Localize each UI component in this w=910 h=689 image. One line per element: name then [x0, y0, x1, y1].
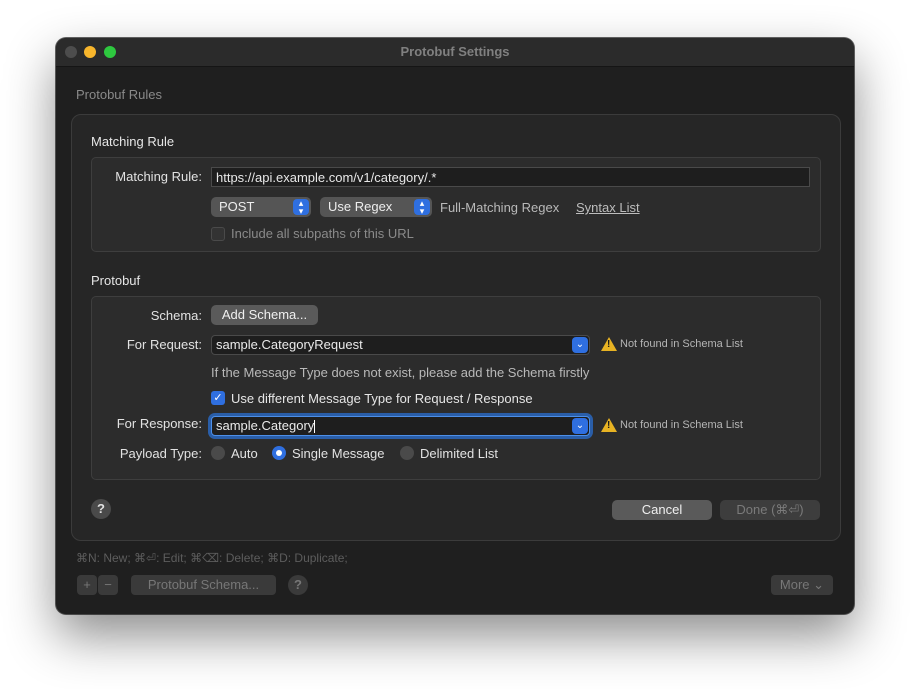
protobuf-rules-heading: Protobuf Rules	[76, 87, 162, 102]
chevron-down-icon: ⌄	[813, 577, 825, 592]
payload-single-message-radio[interactable]	[272, 446, 286, 460]
popup-stepper-icon: ▴ ▾	[414, 199, 430, 216]
syntax-list-link[interactable]: Syntax List	[576, 200, 640, 215]
payload-auto-radio[interactable]	[211, 446, 225, 460]
protobuf-schema-button[interactable]: Protobuf Schema...	[131, 575, 276, 595]
for-response-label: For Response:	[116, 416, 202, 431]
match-mode-popup[interactable]: Use Regex ▴ ▾	[320, 197, 432, 217]
add-schema-button[interactable]: Add Schema...	[211, 305, 318, 325]
payload-delimited-list-label: Delimited List	[420, 446, 499, 461]
match-mode-value: Use Regex	[328, 199, 393, 214]
matching-rule-group: Matching Rule: https://api.example.com/v…	[91, 157, 821, 252]
http-method-value: POST	[219, 199, 255, 214]
protobuf-group: Schema: Add Schema... For Request: sampl…	[91, 296, 821, 480]
matching-rule-group-title: Matching Rule	[91, 134, 175, 149]
chevron-down-icon[interactable]: ⌄	[572, 337, 588, 353]
protobuf-group-title: Protobuf	[91, 273, 141, 288]
warning-icon-mark: !	[607, 420, 611, 431]
different-message-type-label: Use different Message Type for Request /…	[231, 391, 533, 406]
include-subpaths-label: Include all subpaths of this URL	[231, 226, 414, 241]
cancel-button[interactable]: Cancel	[612, 500, 712, 520]
matching-rule-label: Matching Rule:	[115, 169, 202, 184]
more-label: More	[779, 577, 810, 592]
payload-delimited-list-radio[interactable]	[400, 446, 414, 460]
request-message-type-combobox[interactable]: sample.CategoryRequest ⌄	[211, 335, 590, 355]
http-method-popup[interactable]: POST ▴ ▾	[211, 197, 311, 217]
bottom-help-button[interactable]: ?	[288, 575, 308, 595]
for-request-label: For Request:	[126, 337, 202, 352]
warning-icon-mark: !	[607, 339, 611, 350]
request-message-type-value: sample.CategoryRequest	[216, 337, 363, 352]
schema-help-text: If the Message Type does not exist, plea…	[211, 365, 590, 380]
window-title: Protobuf Settings	[400, 44, 510, 59]
chevron-down-icon[interactable]: ⌄	[572, 418, 588, 434]
different-message-type-checkbox[interactable]: ✓	[211, 391, 225, 405]
text-cursor	[314, 420, 316, 434]
title-bar: Protobuf Settings	[56, 38, 854, 67]
popup-stepper-icon: ▴ ▾	[293, 199, 309, 216]
protobuf-settings-window: Protobuf Settings Protobuf Rules Matchin…	[56, 38, 854, 614]
shortcut-hint: ⌘N: New; ⌘⏎: Edit; ⌘⌫: Delete; ⌘D: Dupli…	[76, 551, 348, 565]
rule-editor-sheet: Matching Rule Matching Rule: https://api…	[71, 114, 841, 541]
payload-type-label: Payload Type:	[119, 446, 202, 461]
include-subpaths-checkbox[interactable]	[211, 227, 225, 241]
payload-single-message-label: Single Message	[292, 446, 385, 461]
request-warning-text: Not found in Schema List	[620, 338, 743, 350]
response-message-type-value: sample.Category	[216, 418, 315, 433]
response-warning-text: Not found in Schema List	[620, 419, 743, 431]
response-message-type-combobox[interactable]: sample.Category ⌄	[211, 416, 590, 436]
more-menu-button[interactable]: More ⌄	[771, 575, 833, 595]
remove-rule-button[interactable]: −	[98, 575, 118, 595]
matching-rule-url-field[interactable]: https://api.example.com/v1/category/.*	[211, 167, 810, 187]
help-button[interactable]: ?	[91, 499, 111, 519]
add-rule-button[interactable]: +	[77, 575, 97, 595]
schema-label: Schema:	[150, 308, 202, 323]
payload-auto-label: Auto	[231, 446, 258, 461]
done-button[interactable]: Done (⌘⏎)	[720, 500, 820, 520]
full-matching-regex-text: Full-Matching Regex	[440, 200, 560, 215]
